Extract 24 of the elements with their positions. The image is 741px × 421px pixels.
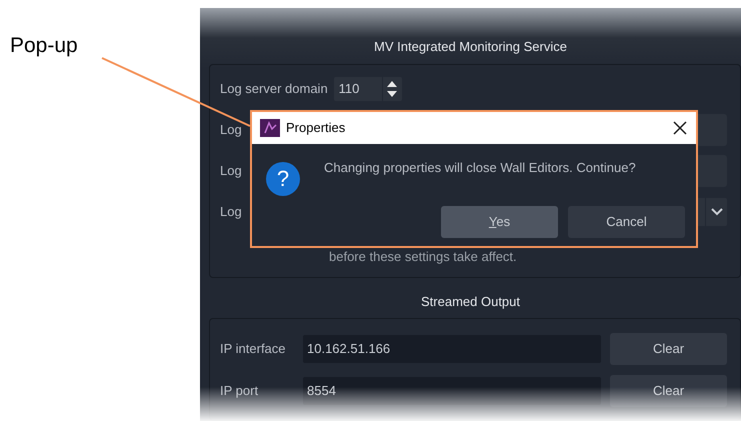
spin-value: 110 [338,80,360,98]
section-title: Streamed Output [421,293,520,311]
chevron-down-icon[interactable] [710,208,722,216]
field-label: Log server domain [220,80,328,98]
section-title: MV Integrated Monitoring Service [374,38,567,56]
question-icon: ? [266,162,300,196]
note-text: before these settings take affect. [329,248,517,266]
field-label: Log [220,203,242,222]
app-logo-icon [260,119,280,137]
field-label: Log [220,162,242,180]
input-field[interactable]: 8554 [303,377,601,405]
callout-label: Pop-up [10,33,78,59]
dialog-message: Changing properties will close Wall Editors. Continue? [324,159,636,177]
dialog-button[interactable]: Yes [441,206,558,238]
dialog-title: Properties [286,119,346,138]
field-label: IP interface [220,340,287,358]
field-label: Log [220,121,242,140]
dialog-button[interactable]: Cancel [568,206,685,238]
up-down-arrows-icon[interactable] [386,80,398,98]
field-label: IP port [220,382,260,400]
spin-box[interactable]: 110 [334,77,402,101]
input-field[interactable]: 10.162.51.166 [303,335,601,363]
clear-button[interactable]: Clear [610,333,727,365]
clear-button[interactable]: Clear [610,375,727,407]
